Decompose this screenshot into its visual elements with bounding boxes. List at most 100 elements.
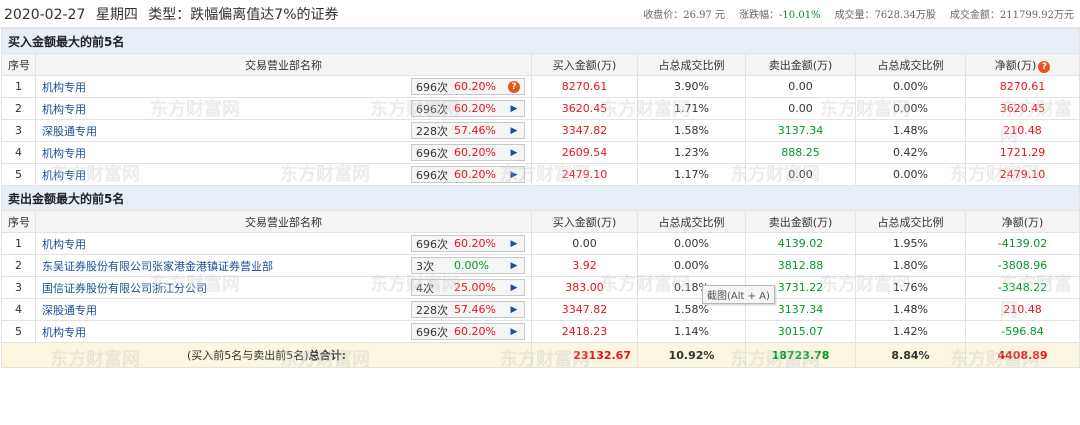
total-buy-pct: 10.92% <box>637 342 746 368</box>
row-index: 4 <box>1 298 36 321</box>
branch-cell: 机构专用 696次 60.20% ▶ <box>35 232 532 255</box>
branch-name-link[interactable]: 国信证券股份有限公司浙江分公司 <box>42 280 207 296</box>
win-rate: 60.20% <box>454 102 496 115</box>
appearance-count: 228次 <box>416 124 448 138</box>
buy-amount: 383.00 <box>531 276 638 299</box>
branch-name-link[interactable]: 机构专用 <box>42 101 86 117</box>
net-amount: 1721.29 <box>964 141 1080 164</box>
change-label: 涨跌幅： <box>739 10 780 21</box>
sell-amount: 0.00 <box>745 163 856 186</box>
win-rate: 60.20% <box>454 168 496 181</box>
row-index: 2 <box>1 97 36 120</box>
table-row: 3 深股通专用 228次 57.46% ▶ 3347.82 1.58% 3137.34 1.48… <box>1 119 1080 142</box>
win-rate: 60.20% <box>454 325 496 338</box>
branch-name-link[interactable]: 机构专用 <box>42 167 86 183</box>
table-row: 3 国信证券股份有限公司浙江分公司 4次 25.00% ▶ 383.00 0.18% 3731… <box>1 276 1080 299</box>
table-row: 1 机构专用 696次 60.20% ▶ 0.00 0.00% 4139.02 1.95% -41… <box>1 232 1080 255</box>
expand-arrow-icon[interactable]: ▶ <box>504 283 524 293</box>
col-buy: 买入金额(万) <box>531 210 638 233</box>
type-label: 类型： <box>148 6 191 23</box>
appearance-count: 696次 <box>416 146 448 160</box>
sell-ratio: 1.76% <box>855 276 966 299</box>
appearance-count: 228次 <box>416 303 448 317</box>
net-amount: 210.48 <box>964 119 1080 142</box>
buy-ratio: 0.00% <box>637 254 746 277</box>
net-amount: -3808.96 <box>964 254 1080 277</box>
buy-amount: 2418.23 <box>531 320 638 343</box>
expand-arrow-icon[interactable]: ▶ <box>504 126 524 136</box>
expand-arrow-icon[interactable]: ▶ <box>504 239 524 249</box>
win-rate: 57.46% <box>454 303 496 316</box>
weekday: 星期四 <box>95 6 138 23</box>
branch-stats-badge[interactable]: 4次 25.00% ▶ <box>411 279 525 296</box>
branch-stats-badge[interactable]: 228次 57.46% ▶ <box>411 122 525 139</box>
net-amount: -596.84 <box>964 320 1080 343</box>
buy-ratio: 3.90% <box>637 75 746 98</box>
type-value: 跌幅偏离值达7%的证券 <box>190 6 339 23</box>
buy-ratio: 0.00% <box>637 232 746 255</box>
expand-arrow-icon[interactable]: ▶ <box>504 261 524 271</box>
row-index: 3 <box>1 119 36 142</box>
total-sell-pct: 8.84% <box>855 342 966 368</box>
branch-name-link[interactable]: 深股通专用 <box>42 302 97 318</box>
col-net: 净额(万) <box>964 210 1080 233</box>
expand-arrow-icon[interactable]: ▶ <box>504 305 524 315</box>
info-icon[interactable]: ? <box>1038 60 1051 73</box>
branch-name-link[interactable]: 机构专用 <box>42 324 86 340</box>
buy-section-header: 买入金额最大的前5名 <box>0 28 1080 54</box>
page-title: 2020-02-27 星期四 类型：跌幅偏离值达7%的证券 <box>4 4 345 24</box>
change-value: -10.01% <box>779 10 821 21</box>
branch-stats-badge[interactable]: 696次 60.20% ▶ <box>411 144 525 161</box>
branch-name-link[interactable]: 机构专用 <box>42 236 86 252</box>
amount-label: 成交金额： <box>949 10 1000 21</box>
col-idx: 序号 <box>1 53 36 76</box>
info-icon[interactable]: ? <box>508 80 520 93</box>
total-row: (买入前5名与卖出前5名)总合计: 23132.67 10.92% 18723.… <box>1 342 1080 368</box>
branch-stats-badge[interactable]: 3次 0.00% ▶ <box>411 257 525 274</box>
appearance-count: 696次 <box>416 102 448 116</box>
buy-ratio: 1.58% <box>637 119 746 142</box>
appearance-count: 696次 <box>416 237 448 251</box>
total-sell: 18723.78 <box>745 342 856 368</box>
branch-stats-badge[interactable]: 228次 57.46% ▶ <box>411 301 525 318</box>
amount-value: 211799.92万元 <box>999 10 1074 21</box>
expand-arrow-icon[interactable]: ▶ <box>504 170 524 180</box>
branch-cell: 东吴证券股份有限公司张家港金港镇证券营业部 3次 0.00% ▶ <box>35 254 532 277</box>
col-sell: 卖出金额(万) <box>745 53 856 76</box>
branch-name-link[interactable]: 机构专用 <box>42 79 86 95</box>
buy-amount: 3620.45 <box>531 97 638 120</box>
branch-stats-badge[interactable]: 696次 60.20% ▶ <box>411 166 525 183</box>
branch-name-link[interactable]: 东吴证券股份有限公司张家港金港镇证券营业部 <box>42 258 273 274</box>
branch-stats-badge[interactable]: 696次 60.20% ▶ <box>411 235 525 252</box>
sell-ratio: 1.48% <box>855 119 966 142</box>
branch-name-link[interactable]: 机构专用 <box>42 145 86 161</box>
col-sell-pct: 占总成交比例 <box>855 53 966 76</box>
appearance-count: 696次 <box>416 80 448 94</box>
screenshot-tooltip: 截图(Alt + A) <box>702 285 775 304</box>
net-amount: -4139.02 <box>964 232 1080 255</box>
win-rate: 60.20% <box>454 237 496 250</box>
buy-ratio: 1.71% <box>637 97 746 120</box>
sell-ratio: 1.80% <box>855 254 966 277</box>
branch-stats-badge[interactable]: 696次 60.20%? <box>411 78 525 95</box>
sell-amount: 0.00 <box>745 97 856 120</box>
close-value: 26.97 元 <box>683 10 726 21</box>
branch-stats-badge[interactable]: 696次 60.20% ▶ <box>411 323 525 340</box>
expand-arrow-icon[interactable]: ▶ <box>504 148 524 158</box>
dragon-tiger-table: 买入金额最大的前5名 序号 交易营业部名称 买入金额(万) 占总成交比例 卖出金… <box>0 28 1080 368</box>
branch-stats-badge[interactable]: 696次 60.20% ▶ <box>411 100 525 117</box>
branch-cell: 国信证券股份有限公司浙江分公司 4次 25.00% ▶ <box>35 276 532 299</box>
row-index: 4 <box>1 141 36 164</box>
win-rate: 57.46% <box>454 124 496 137</box>
expand-arrow-icon[interactable]: ▶ <box>504 327 524 337</box>
info-icon-wrap[interactable]: ? <box>504 80 524 93</box>
net-amount: 8270.61 <box>964 75 1080 98</box>
expand-arrow-icon[interactable]: ▶ <box>504 104 524 114</box>
col-buy-pct: 占总成交比例 <box>637 53 746 76</box>
total-label-bold: 总合计: <box>308 349 346 362</box>
branch-name-link[interactable]: 深股通专用 <box>42 123 97 139</box>
buy-amount: 3.92 <box>531 254 638 277</box>
win-rate: 60.20% <box>454 80 496 93</box>
sell-section-title: 卖出金额最大的前5名 <box>0 185 1080 211</box>
table-row: 1 机构专用 696次 60.20%? 8270.61 3.90% 0.00 0.00% 827… <box>1 75 1080 98</box>
